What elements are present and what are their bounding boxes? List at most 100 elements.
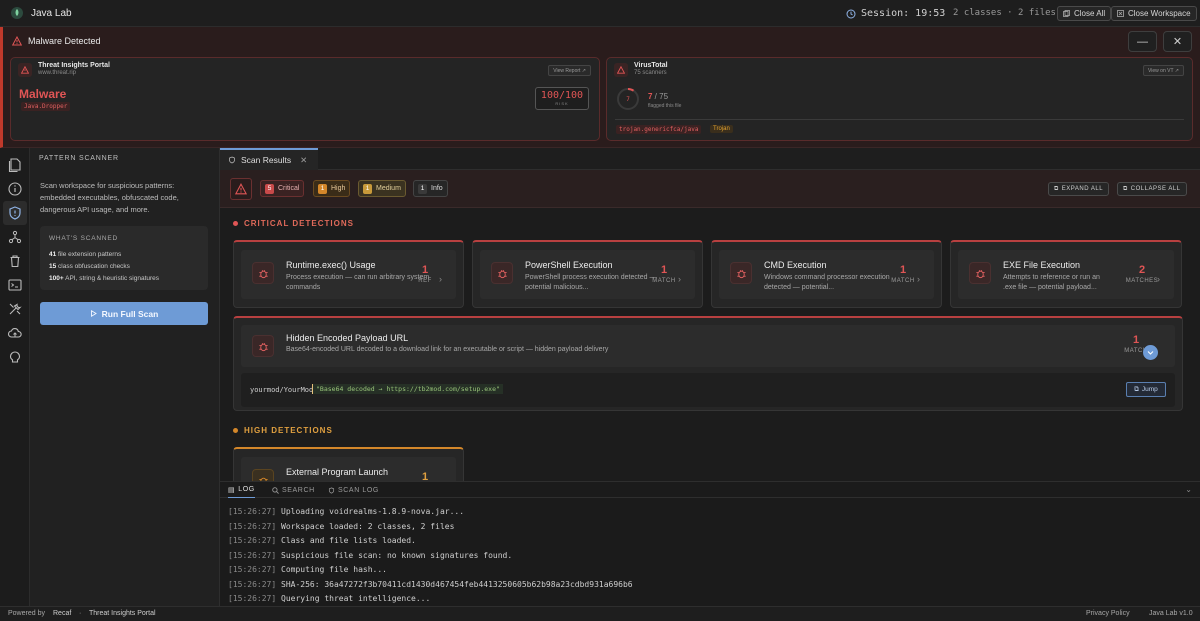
chevron-right-icon: › bbox=[917, 274, 920, 284]
chevron-right-icon: › bbox=[1157, 274, 1160, 284]
chevron-right-icon: › bbox=[678, 274, 681, 284]
brain-icon[interactable] bbox=[7, 349, 23, 365]
privacy-policy-link[interactable]: Privacy Policy bbox=[1086, 610, 1130, 617]
jump-button[interactable]: ⧉ Jump bbox=[1126, 382, 1166, 397]
info-count-pill[interactable]: 1 Info bbox=[413, 180, 448, 197]
bug-icon bbox=[491, 262, 513, 284]
detection-title: Runtime.exec() Usage bbox=[286, 260, 376, 270]
scan-stat: 15 class obfuscation checks bbox=[49, 263, 130, 270]
collapse-icon: ⧉ bbox=[1123, 185, 1128, 192]
copy-icon bbox=[1063, 10, 1070, 17]
banner-title-text: Malware Detected bbox=[28, 36, 101, 46]
virustotal-icon bbox=[614, 63, 628, 77]
sidebar-description: Scan workspace for suspicious patterns: … bbox=[40, 181, 179, 214]
high-heading-text: HIGH DETECTIONS bbox=[244, 426, 333, 435]
graph-icon[interactable] bbox=[7, 229, 23, 245]
view-report-link[interactable]: View Report ↗ bbox=[548, 65, 591, 76]
medium-label: Medium bbox=[376, 185, 401, 192]
log-message: Uploading voidrealms-1.8.9-nova.jar... bbox=[281, 507, 465, 516]
status-bar: Powered by Recaf · Threat Insights Porta… bbox=[0, 606, 1200, 621]
portal-link[interactable]: Threat Insights Portal bbox=[89, 610, 156, 617]
detection-title: External Program Launch bbox=[286, 467, 389, 477]
run-scan-label: Run Full Scan bbox=[101, 308, 159, 319]
cloud-upload-icon[interactable] bbox=[7, 325, 23, 341]
info-count: 1 bbox=[418, 183, 427, 194]
warning-icon bbox=[18, 63, 32, 77]
high-section-heading: HIGH DETECTIONS bbox=[233, 426, 333, 435]
risk-score: 100/100 bbox=[540, 90, 584, 101]
terminal-icon[interactable] bbox=[7, 277, 23, 293]
expanded-detection-card[interactable]: Hidden Encoded Payload URL Base64-encode… bbox=[233, 316, 1183, 411]
risk-label: RISK bbox=[555, 101, 569, 106]
vt-tag: Trojan bbox=[710, 125, 733, 133]
high-count-pill[interactable]: 1 High bbox=[313, 180, 351, 197]
log-message: Computing file hash... bbox=[281, 565, 387, 574]
tab-log[interactable]: ▤ LOG bbox=[228, 482, 255, 498]
close-tab-icon[interactable]: ✕ bbox=[300, 155, 307, 166]
collapse-toggle[interactable] bbox=[1143, 345, 1158, 360]
editor-tabs: Scan Results ✕ bbox=[220, 148, 1200, 170]
whats-scanned-box: WHAT'S SCANNED 41 file extension pattern… bbox=[40, 226, 208, 290]
tab-scan-results[interactable]: Scan Results ✕ bbox=[220, 148, 318, 170]
critical-label: Critical bbox=[278, 185, 300, 192]
tab-scan-log[interactable]: SCAN LOG bbox=[328, 482, 379, 498]
log-line: [15:26:27] SHA-256: 36a47272f3b70411cd14… bbox=[228, 580, 633, 589]
minimize-button[interactable]: — bbox=[1128, 31, 1157, 52]
collapse-all-button[interactable]: ⧉ COLLAPSE ALL bbox=[1117, 182, 1187, 196]
files-icon[interactable] bbox=[7, 157, 23, 173]
tab-search[interactable]: SEARCH bbox=[272, 482, 315, 498]
vt-scanners: 75 scanners bbox=[634, 70, 667, 76]
medium-count-pill[interactable]: 1 Medium bbox=[358, 180, 406, 197]
close-all-button[interactable]: Close All bbox=[1057, 6, 1112, 21]
tools-icon[interactable] bbox=[7, 301, 23, 317]
shield-icon[interactable] bbox=[3, 201, 27, 225]
play-icon bbox=[90, 310, 97, 317]
detection-desc: Attempts to reference or run an .exe fil… bbox=[1003, 274, 1100, 291]
detection-card[interactable]: PowerShell Execution PowerShell process … bbox=[472, 240, 703, 308]
log-icon: ▤ bbox=[228, 486, 236, 494]
malware-banner: Malware Detected — ✕ Threat Insights Por… bbox=[0, 27, 1200, 148]
critical-count-pill[interactable]: 5 Critical bbox=[260, 180, 305, 197]
session-timer: Session: 19:53 bbox=[846, 0, 945, 27]
powered-by-text: Powered by bbox=[8, 610, 45, 617]
java-logo-icon bbox=[10, 6, 24, 20]
bug-icon bbox=[252, 262, 274, 284]
tab-search-label: SEARCH bbox=[282, 486, 315, 494]
detection-card[interactable]: CMD Execution Windows command processor … bbox=[711, 240, 942, 308]
expand-all-button[interactable]: ⧉ EXPAND ALL bbox=[1048, 182, 1110, 196]
tab-log-label: LOG bbox=[238, 486, 255, 493]
shield-icon bbox=[328, 486, 335, 493]
box-title: WHAT'S SCANNED bbox=[49, 235, 119, 242]
vt-name: VirusTotal bbox=[634, 62, 668, 69]
activity-bar bbox=[0, 148, 30, 606]
close-workspace-button[interactable]: Close Workspace bbox=[1111, 6, 1197, 21]
bug-icon bbox=[252, 469, 274, 481]
detection-card[interactable]: External Program Launch 1 bbox=[233, 447, 464, 481]
scan-stat: 100+ API, string & heuristic signatures bbox=[49, 275, 159, 282]
log-timestamp: [15:26:27] bbox=[228, 580, 277, 589]
log-panel: ▤ LOG SEARCH SCAN LOG ⌄ [15:26:27] Upload… bbox=[220, 481, 1200, 606]
severity-summary: 5 Critical 1 High 1 Medium 1 Info ⧉ EXPA… bbox=[220, 170, 1200, 208]
info-icon[interactable] bbox=[7, 181, 23, 197]
high-dot bbox=[233, 428, 238, 433]
run-full-scan-button[interactable]: Run Full Scan bbox=[40, 302, 208, 325]
trash-icon[interactable] bbox=[7, 253, 23, 269]
ring-value: 7 bbox=[626, 95, 630, 103]
log-message: Querying threat intelligence... bbox=[281, 594, 431, 603]
scan-stat: 41 file extension patterns bbox=[49, 251, 121, 258]
app-title: Java Lab bbox=[31, 7, 72, 19]
detection-card[interactable]: EXE File Execution Attempts to reference… bbox=[950, 240, 1182, 308]
shield-icon bbox=[229, 156, 235, 164]
vt-total: / 75 bbox=[652, 92, 669, 101]
risk-score-box: 100/100 RISK bbox=[535, 87, 589, 110]
close-banner-button[interactable]: ✕ bbox=[1163, 31, 1192, 52]
log-timestamp: [15:26:27] bbox=[228, 551, 277, 560]
detection-card[interactable]: Runtime.exec() Usage Process execution —… bbox=[233, 240, 464, 308]
session-label: Session: 19:53 bbox=[861, 8, 946, 19]
critical-dot bbox=[233, 221, 238, 226]
view-on-vt-link[interactable]: View on VT ↗ bbox=[1143, 65, 1184, 76]
clock-icon bbox=[846, 9, 856, 19]
detection-title: PowerShell Execution bbox=[525, 260, 613, 270]
chevron-down-icon[interactable]: ⌄ bbox=[1185, 485, 1192, 494]
recaf-link[interactable]: Recaf bbox=[53, 610, 71, 617]
